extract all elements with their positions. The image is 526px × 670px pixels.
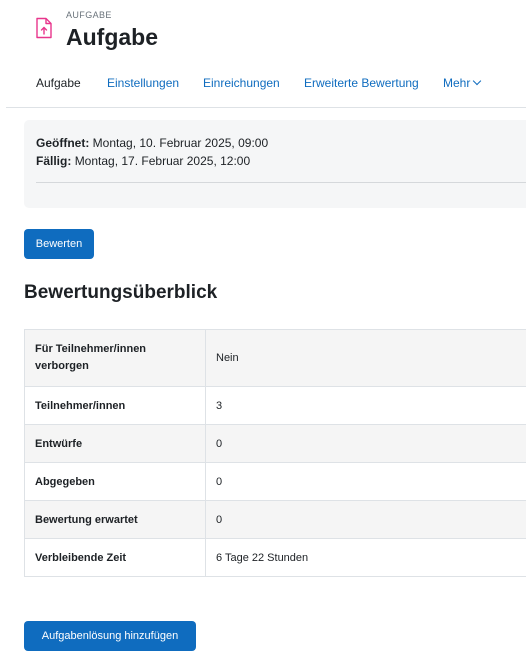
page-header: AUFGABE Aufgabe	[0, 0, 526, 60]
page-title: Aufgabe	[66, 24, 158, 50]
assignment-icon	[36, 17, 52, 39]
due-date-label: Fällig:	[36, 154, 72, 168]
due-date: Fällig: Montag, 17. Februar 2025, 12:00	[36, 154, 250, 168]
dates-divider	[36, 182, 526, 183]
grading-summary-table: Für Teilnehmer/innen verborgen Nein Teil…	[24, 329, 526, 577]
activity-dates: Geöffnet: Montag, 10. Februar 2025, 09:0…	[24, 120, 526, 208]
grade-button[interactable]: Bewerten	[24, 229, 94, 259]
tab-mehr[interactable]: Mehr	[443, 76, 482, 90]
summary-value-time-remaining: 6 Tage 22 Stunden	[205, 538, 526, 577]
summary-label-needs-grading: Bewertung erwartet	[24, 500, 206, 539]
summary-value-hidden: Nein	[205, 329, 526, 387]
opened-date: Geöffnet: Montag, 10. Februar 2025, 09:0…	[36, 136, 268, 150]
secondary-navigation: Aufgabe Einstellungen Einreichungen Erwe…	[6, 66, 526, 108]
summary-value-submitted: 0	[205, 462, 526, 501]
tab-aufgabe[interactable]: Aufgabe	[36, 76, 81, 90]
tab-mehr-label: Mehr	[443, 76, 471, 90]
table-row: Abgegeben 0	[24, 462, 526, 501]
summary-label-hidden: Für Teilnehmer/innen verborgen	[24, 329, 206, 387]
due-date-value: Montag, 17. Februar 2025, 12:00	[74, 154, 251, 168]
table-row: Teilnehmer/innen 3	[24, 386, 526, 425]
tab-einstellungen[interactable]: Einstellungen	[107, 76, 179, 90]
activity-type-label: AUFGABE	[66, 10, 112, 20]
table-row: Bewertung erwartet 0	[24, 500, 526, 539]
opened-date-value: Montag, 10. Februar 2025, 09:00	[92, 136, 269, 150]
summary-label-time-remaining: Verbleibende Zeit	[24, 538, 206, 577]
chevron-down-icon	[473, 76, 482, 86]
opened-date-label: Geöffnet:	[36, 136, 90, 150]
tab-erweiterte-bewertung[interactable]: Erweiterte Bewertung	[304, 76, 419, 90]
table-row: Für Teilnehmer/innen verborgen Nein	[24, 329, 526, 387]
summary-value-drafts: 0	[205, 424, 526, 463]
summary-label-drafts: Entwürfe	[24, 424, 206, 463]
add-submission-button[interactable]: Aufgabenlösung hinzufügen	[24, 621, 196, 651]
summary-value-participants: 3	[205, 386, 526, 425]
table-row: Verbleibende Zeit 6 Tage 22 Stunden	[24, 538, 526, 577]
summary-label-submitted: Abgegeben	[24, 462, 206, 501]
table-row: Entwürfe 0	[24, 424, 526, 463]
summary-value-needs-grading: 0	[205, 500, 526, 539]
tab-einreichungen[interactable]: Einreichungen	[203, 76, 280, 90]
grading-summary-title: Bewertungsüberblick	[24, 282, 218, 303]
summary-label-participants: Teilnehmer/innen	[24, 386, 206, 425]
